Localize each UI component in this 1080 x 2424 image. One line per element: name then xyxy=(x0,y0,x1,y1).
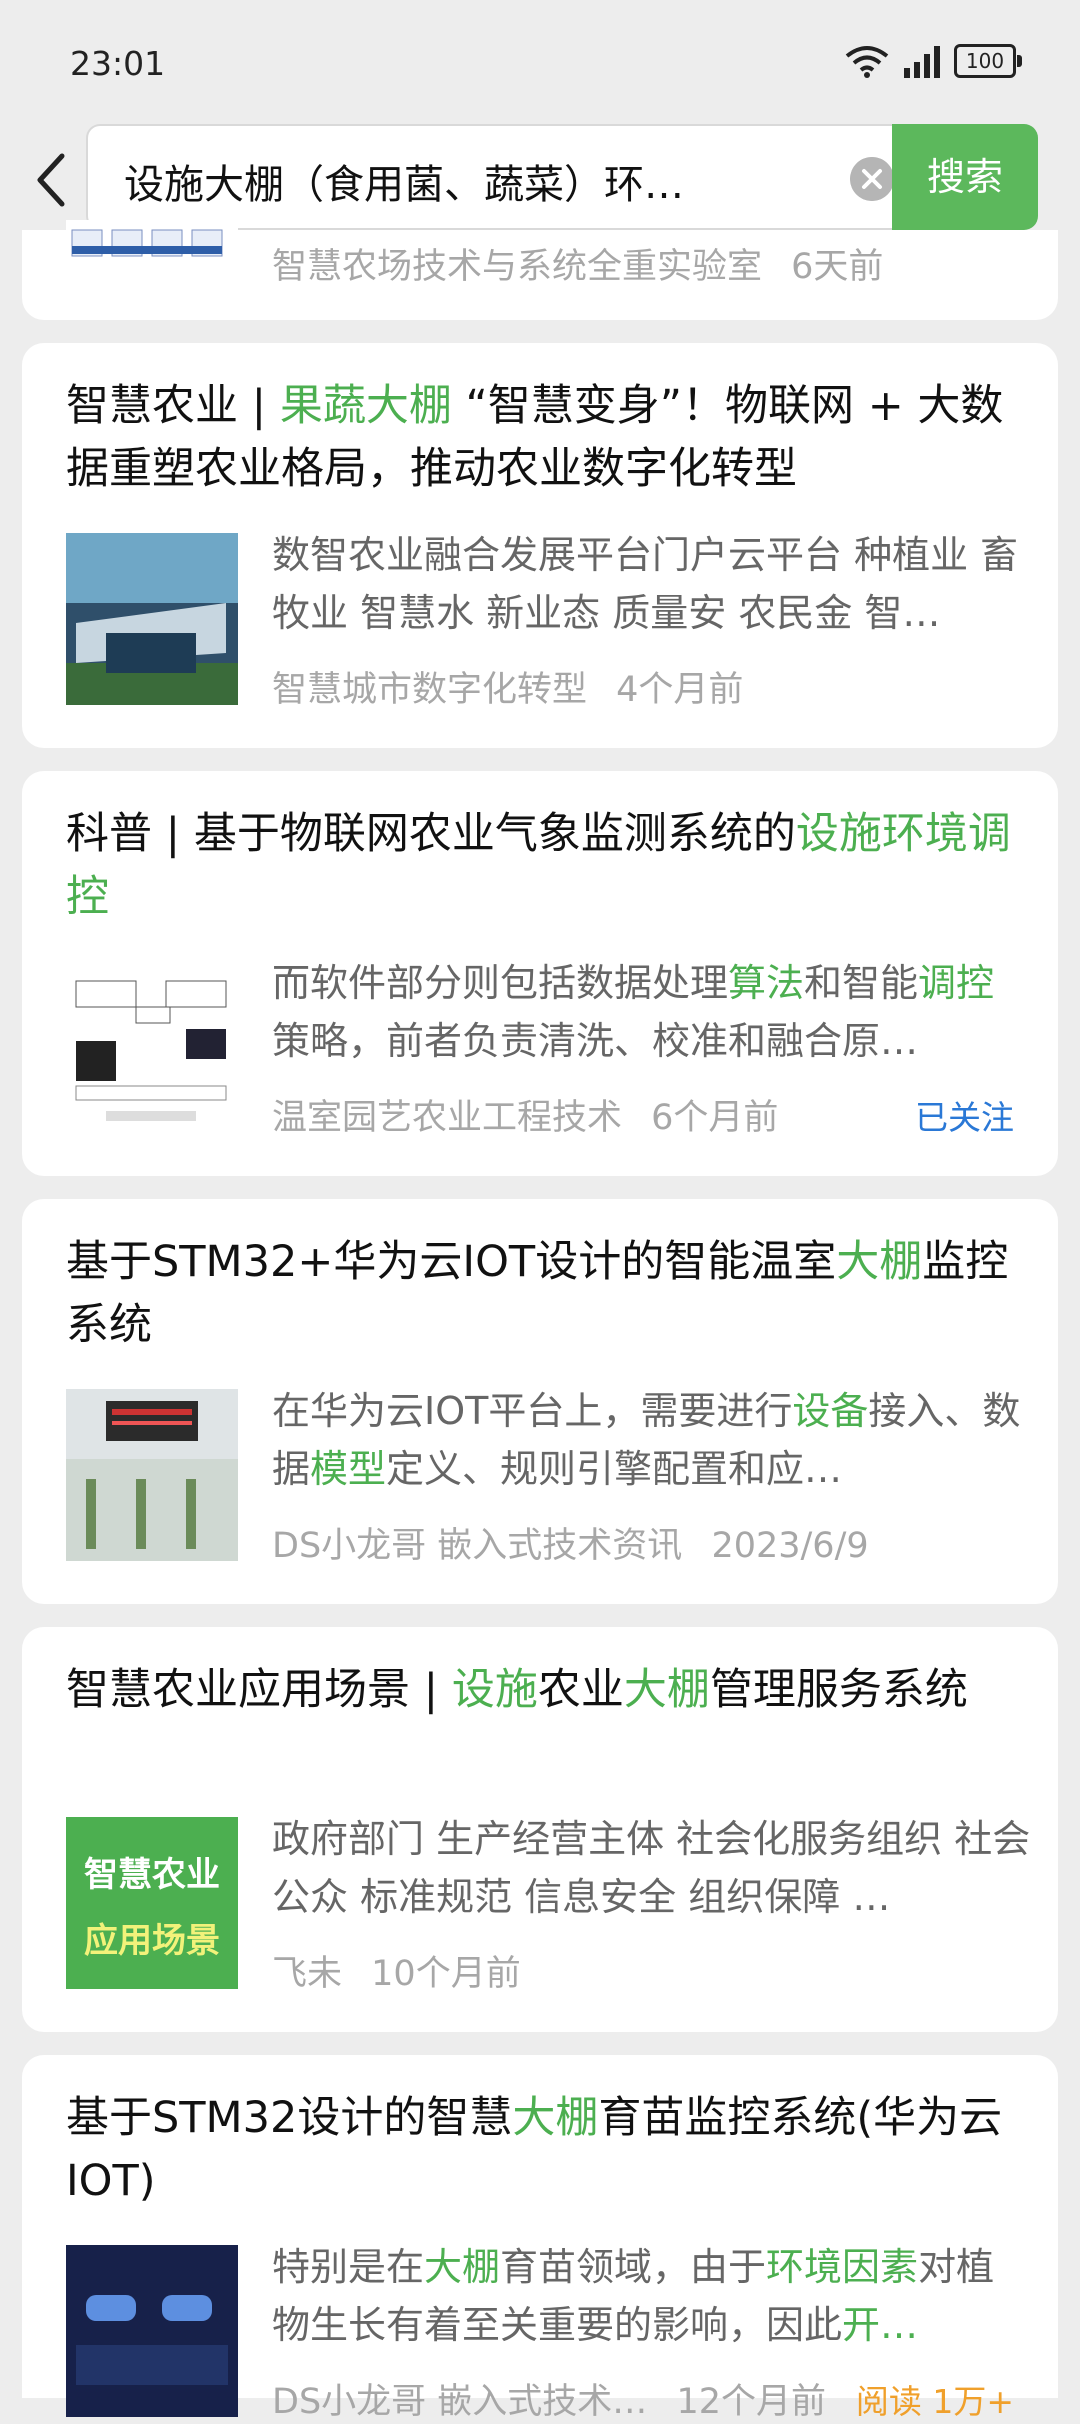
result-source: DS小龙哥 嵌入式技术… xyxy=(272,2382,648,2422)
result-time: 12个月前 xyxy=(676,2382,826,2422)
result-time: 2023/6/9 xyxy=(711,1526,869,1566)
result-thumbnail xyxy=(66,1389,238,1561)
result-card[interactable]: 基于STM32+华为云IOT设计的智能温室大棚监控系统 在华为云IOT平台上，需… xyxy=(22,1199,1058,1604)
result-time: 10个月前 xyxy=(371,1954,521,1994)
result-source: DS小龙哥 嵌入式技术资讯 xyxy=(272,1526,683,1566)
search-button[interactable]: 搜索 xyxy=(892,124,1038,230)
result-title[interactable]: 基于STM32+华为云IOT设计的智能温室大棚监控系统 xyxy=(66,1231,1016,1357)
battery-icon: 100 xyxy=(954,44,1022,78)
result-card[interactable]: 智慧农业应用场景 | 设施农业大棚管理服务系统 智慧农业 应用场景 政府部门 生… xyxy=(22,1627,1058,2032)
result-card-partial[interactable]: 智慧农场技术与系统全重实验室 6天前 xyxy=(22,220,1058,320)
result-description: 政府部门 生产经营主体 社会化服务组织 社会公众 标准规范 信息安全 组织保障 … xyxy=(272,1817,1031,1919)
status-icons: 100 xyxy=(844,44,1022,78)
result-title[interactable]: 智慧农业应用场景 | 设施农业大棚管理服务系统 xyxy=(66,1659,1016,1722)
result-description: 数智农业融合发展平台门户云平台 种植业 畜牧业 智慧水 新业态 质量安 农民金 … xyxy=(272,533,1019,635)
result-thumbnail xyxy=(66,220,238,270)
result-title[interactable]: 科普 | 基于物联网农业气象监测系统的设施环境调控 xyxy=(66,803,1016,929)
status-bar: 23:01 100 xyxy=(0,0,1080,125)
result-description: 在华为云IOT平台上，需要进行设备接入、数据模型定义、规则引擎配置和应… xyxy=(272,1389,1021,1491)
result-source: 温室园艺农业工程技术 xyxy=(272,1098,623,1138)
result-thumbnail xyxy=(66,2245,238,2417)
result-source: 智慧农场技术与系统全重实验室 xyxy=(272,247,763,287)
result-title[interactable]: 基于STM32设计的智慧大棚育苗监控系统(华为云IOT) xyxy=(66,2087,1016,2213)
result-thumbnail xyxy=(66,533,238,705)
followed-badge[interactable]: 已关注 xyxy=(915,1091,1014,1139)
thumbnail-text: 应用场景 xyxy=(84,1921,220,1961)
thumbnail-text: 智慧农业 xyxy=(84,1855,220,1895)
result-meta: DS小龙哥 嵌入式技术资讯 2023/6/9 xyxy=(272,1517,1032,1568)
result-source: 飞未 xyxy=(272,1954,343,1994)
result-source: 智慧城市数字化转型 xyxy=(272,670,588,710)
result-meta: 飞未 10个月前 xyxy=(272,1945,1032,1996)
result-meta: 智慧城市数字化转型 4个月前 xyxy=(272,661,1032,712)
result-title[interactable]: 智慧农业 | 果蔬大棚 “智慧变身”！物联网 + 大数据重塑农业格局，推动农业数… xyxy=(66,375,1016,501)
result-time: 6天前 xyxy=(791,247,884,287)
signal-icon xyxy=(904,46,940,78)
wifi-icon xyxy=(845,46,889,78)
result-meta: 智慧农场技术与系统全重实验室 6天前 xyxy=(272,238,1032,289)
result-thumbnail: 智慧农业 应用场景 xyxy=(66,1817,238,1989)
result-time: 4个月前 xyxy=(616,670,744,710)
back-arrow-icon[interactable] xyxy=(30,150,74,210)
result-description: 特别是在大棚育苗领域，由于环境因素对植物生长有着至关重要的影响，因此开… xyxy=(272,2245,995,2347)
search-input[interactable]: 设施大棚（食用菌、蔬菜）环… xyxy=(86,124,920,230)
result-time: 6个月前 xyxy=(651,1098,779,1138)
read-count: 阅读 1万+ xyxy=(855,2382,1014,2421)
result-card[interactable]: 基于STM32设计的智慧大棚育苗监控系统(华为云IOT) 特别是在大棚育苗领域，… xyxy=(22,2055,1058,2422)
result-card[interactable]: 智慧农业 | 果蔬大棚 “智慧变身”！物联网 + 大数据重塑农业格局，推动农业数… xyxy=(22,343,1058,748)
clear-icon[interactable] xyxy=(850,157,894,201)
result-card[interactable]: 科普 | 基于物联网农业气象监测系统的设施环境调控 而软件部分则包括数据处理算法… xyxy=(22,771,1058,1176)
result-thumbnail xyxy=(66,961,238,1133)
status-time: 23:01 xyxy=(70,44,166,83)
result-description: 而软件部分则包括数据处理算法和智能调控策略，前者负责清洗、校准和融合原… xyxy=(272,961,995,1063)
search-query: 设施大棚（食用菌、蔬菜）环… xyxy=(124,162,684,208)
